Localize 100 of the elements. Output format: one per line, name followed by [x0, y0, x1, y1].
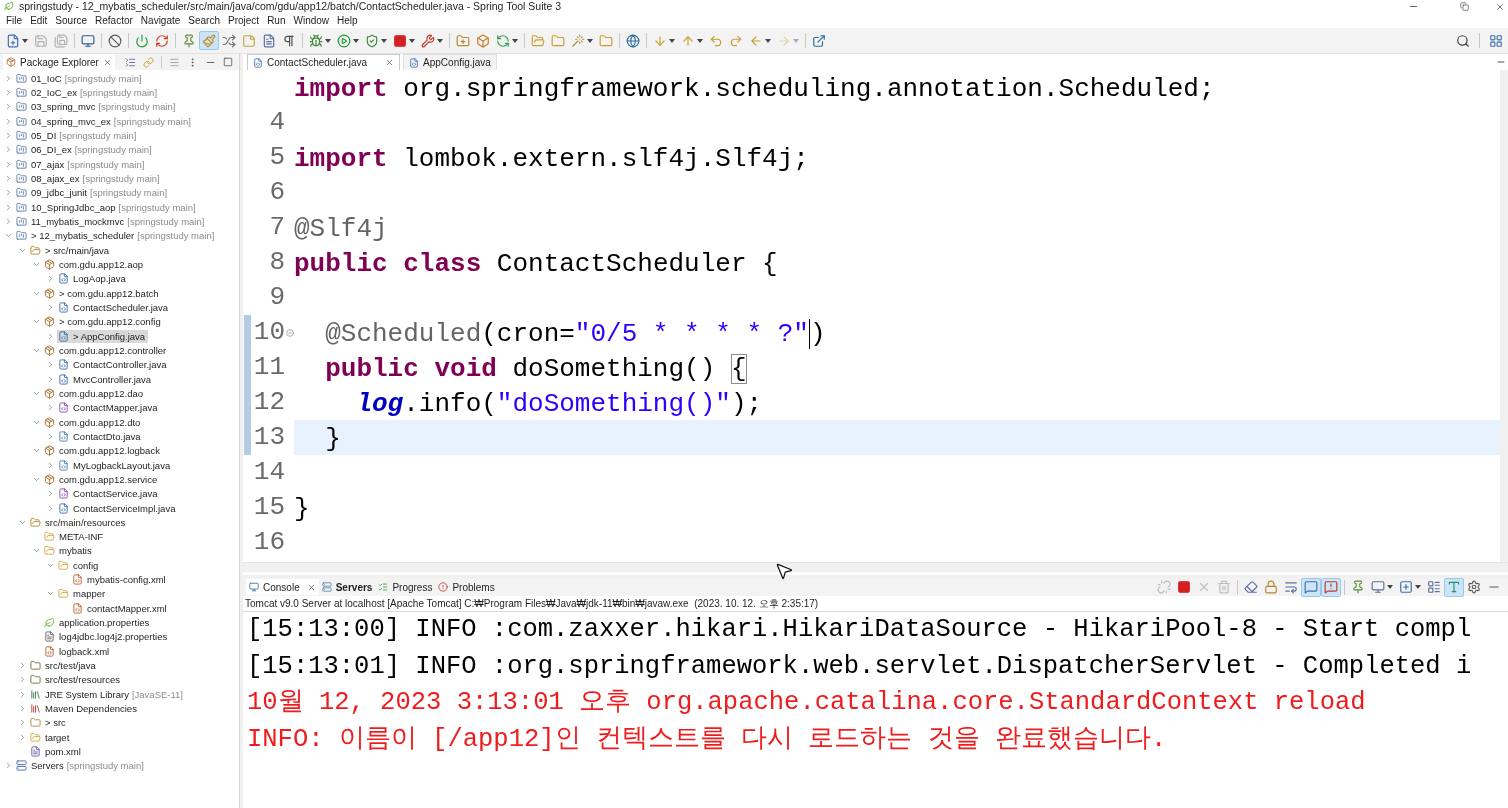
- vertical-scrollbar[interactable]: [1500, 70, 1508, 562]
- view-tab[interactable]: Progress: [375, 579, 436, 595]
- toolbar-button[interactable]: [1321, 577, 1341, 597]
- tree-item[interactable]: pom.xml: [29, 745, 84, 759]
- menu-item[interactable]: Window: [290, 14, 333, 27]
- menu-item[interactable]: File: [3, 14, 26, 27]
- tree-item[interactable]: 03_spring_mvc [springstudy main]: [15, 100, 179, 114]
- menu-item[interactable]: Run: [264, 14, 289, 27]
- tree-item[interactable]: com.gdu.app12.service: [43, 472, 161, 486]
- tree-item[interactable]: Maven Dependencies: [29, 702, 140, 716]
- tree-item[interactable]: META-INF: [43, 530, 107, 544]
- tree-item[interactable]: src/main/resources: [29, 515, 129, 529]
- tree-item[interactable]: ContactDto.java: [57, 429, 144, 443]
- tree-item[interactable]: > src: [29, 716, 69, 730]
- tree-item[interactable]: 07_ajax [springstudy main]: [15, 157, 148, 171]
- close-icon[interactable]: [102, 57, 112, 67]
- chevron-icon[interactable]: [4, 102, 13, 112]
- tree-item[interactable]: 02_IoC_ex [springstudy main]: [15, 86, 161, 99]
- chevron-icon[interactable]: [4, 130, 13, 140]
- close-icon[interactable]: [385, 58, 395, 67]
- tree-item[interactable]: com.gdu.app12.aop: [43, 257, 146, 271]
- tree-item[interactable]: 04_spring_mvc_ex [springstudy main]: [15, 114, 194, 128]
- chevron-icon[interactable]: [18, 732, 27, 742]
- menu-icon[interactable]: [169, 56, 180, 68]
- chevron-icon[interactable]: [46, 403, 55, 413]
- chevron-icon[interactable]: [46, 431, 55, 441]
- tree-item[interactable]: > com.gdu.app12.batch: [43, 286, 162, 300]
- tree-item[interactable]: logback.xml: [43, 644, 113, 658]
- horizontal-scrollbar[interactable]: [243, 562, 1508, 572]
- menu-item[interactable]: Navigate: [137, 14, 184, 27]
- tree-item[interactable]: Servers [springstudy main]: [15, 759, 147, 773]
- tree-item[interactable]: mybatis-config.xml: [71, 573, 169, 587]
- tree-item[interactable]: 09_jdbc_junit [springstudy main]: [15, 186, 171, 200]
- chevron-icon[interactable]: [4, 188, 13, 198]
- chevron-icon[interactable]: [4, 116, 13, 126]
- chevron-icon[interactable]: [46, 274, 55, 284]
- tree-item[interactable]: JRE System Library [JavaSE-11]: [29, 687, 186, 701]
- collapse-all-icon[interactable]: [125, 56, 136, 68]
- tree-item[interactable]: src/test/resources: [29, 673, 123, 687]
- chevron-icon[interactable]: [4, 159, 13, 169]
- tree-item[interactable]: mybatis: [43, 544, 95, 558]
- tree-item[interactable]: application.properties: [43, 616, 153, 630]
- chevron-icon[interactable]: [4, 145, 13, 155]
- chevron-icon[interactable]: [4, 88, 13, 97]
- tree-item[interactable]: com.gdu.app12.logback: [43, 444, 163, 458]
- tree-item[interactable]: ContactServiceImpl.java: [57, 501, 179, 515]
- tree-item[interactable]: > 12_mybatis_scheduler [springstudy main]: [15, 229, 218, 243]
- collapse-icon[interactable]: [285, 328, 294, 337]
- tree-item[interactable]: > AppConfig.java: [57, 329, 149, 343]
- tree-item[interactable]: mapper: [57, 587, 109, 601]
- chevron-icon[interactable]: [18, 661, 27, 671]
- chevron-icon[interactable]: [46, 489, 55, 499]
- editor-tab[interactable]: ContactScheduler.java: [247, 54, 401, 70]
- tree-item[interactable]: MyLogbackLayout.java: [57, 458, 174, 472]
- tree-item[interactable]: ContactMapper.java: [57, 401, 161, 415]
- menu-item[interactable]: Search: [185, 14, 223, 27]
- menu-item[interactable]: Project: [225, 14, 263, 27]
- tree-item[interactable]: 01_IoC [springstudy main]: [15, 71, 145, 85]
- tree-item[interactable]: 11_mybatis_mockmvc [springstudy main]: [15, 214, 208, 228]
- tree-item[interactable]: 05_DI [springstudy main]: [15, 128, 140, 142]
- chevron-icon[interactable]: [4, 73, 13, 83]
- tree-item[interactable]: log4jdbc.log4j2.properties: [43, 630, 171, 644]
- tree-item[interactable]: config: [57, 558, 102, 572]
- maximize-icon[interactable]: [223, 57, 233, 67]
- chevron-icon[interactable]: [46, 460, 55, 470]
- chevron-icon[interactable]: [18, 718, 27, 728]
- tree-item[interactable]: contactMapper.xml: [71, 601, 170, 615]
- tree-item[interactable]: ContactScheduler.java: [57, 300, 172, 314]
- close-icon[interactable]: [306, 582, 316, 592]
- tree-item[interactable]: ContactService.java: [57, 487, 161, 501]
- chevron-icon[interactable]: [18, 675, 27, 685]
- chevron-icon[interactable]: [46, 302, 55, 312]
- view-tab[interactable]: Package Explorer: [3, 54, 115, 70]
- toolbar-button[interactable]: [1444, 577, 1464, 597]
- chevron-icon[interactable]: [4, 202, 13, 212]
- link-icon[interactable]: [143, 56, 154, 68]
- editor-tab[interactable]: AppConfig.java: [403, 54, 497, 70]
- tree-item[interactable]: com.gdu.app12.dto: [43, 415, 144, 429]
- view-tab[interactable]: Servers: [318, 579, 376, 595]
- tree-item[interactable]: 08_ajax_ex [springstudy main]: [15, 171, 163, 185]
- menu-item[interactable]: Refactor: [92, 14, 136, 27]
- view-tab[interactable]: Problems: [435, 579, 498, 595]
- chevron-icon[interactable]: [46, 331, 55, 341]
- chevron-icon[interactable]: [18, 704, 27, 714]
- tree-item[interactable]: LogAop.java: [57, 272, 129, 286]
- tree-item[interactable]: com.gdu.app12.dao: [43, 386, 146, 400]
- tree-item[interactable]: com.gdu.app12.controller: [43, 343, 170, 357]
- chevron-icon[interactable]: [4, 173, 13, 183]
- chevron-icon[interactable]: [18, 689, 27, 699]
- menu-item[interactable]: Help: [334, 14, 361, 27]
- menu-item[interactable]: Edit: [27, 14, 51, 27]
- tree-item[interactable]: 10_SpringJdbc_aop [springstudy main]: [15, 200, 199, 214]
- tree-item[interactable]: ContactController.java: [57, 358, 170, 372]
- chevron-icon[interactable]: [46, 360, 55, 370]
- chevron-icon[interactable]: [4, 216, 13, 226]
- tree-item[interactable]: > com.gdu.app12.config: [43, 315, 164, 329]
- chevron-icon[interactable]: [46, 503, 55, 513]
- chevron-icon[interactable]: [4, 761, 13, 771]
- chevron-icon[interactable]: [46, 374, 55, 384]
- tree-item[interactable]: target: [29, 730, 73, 744]
